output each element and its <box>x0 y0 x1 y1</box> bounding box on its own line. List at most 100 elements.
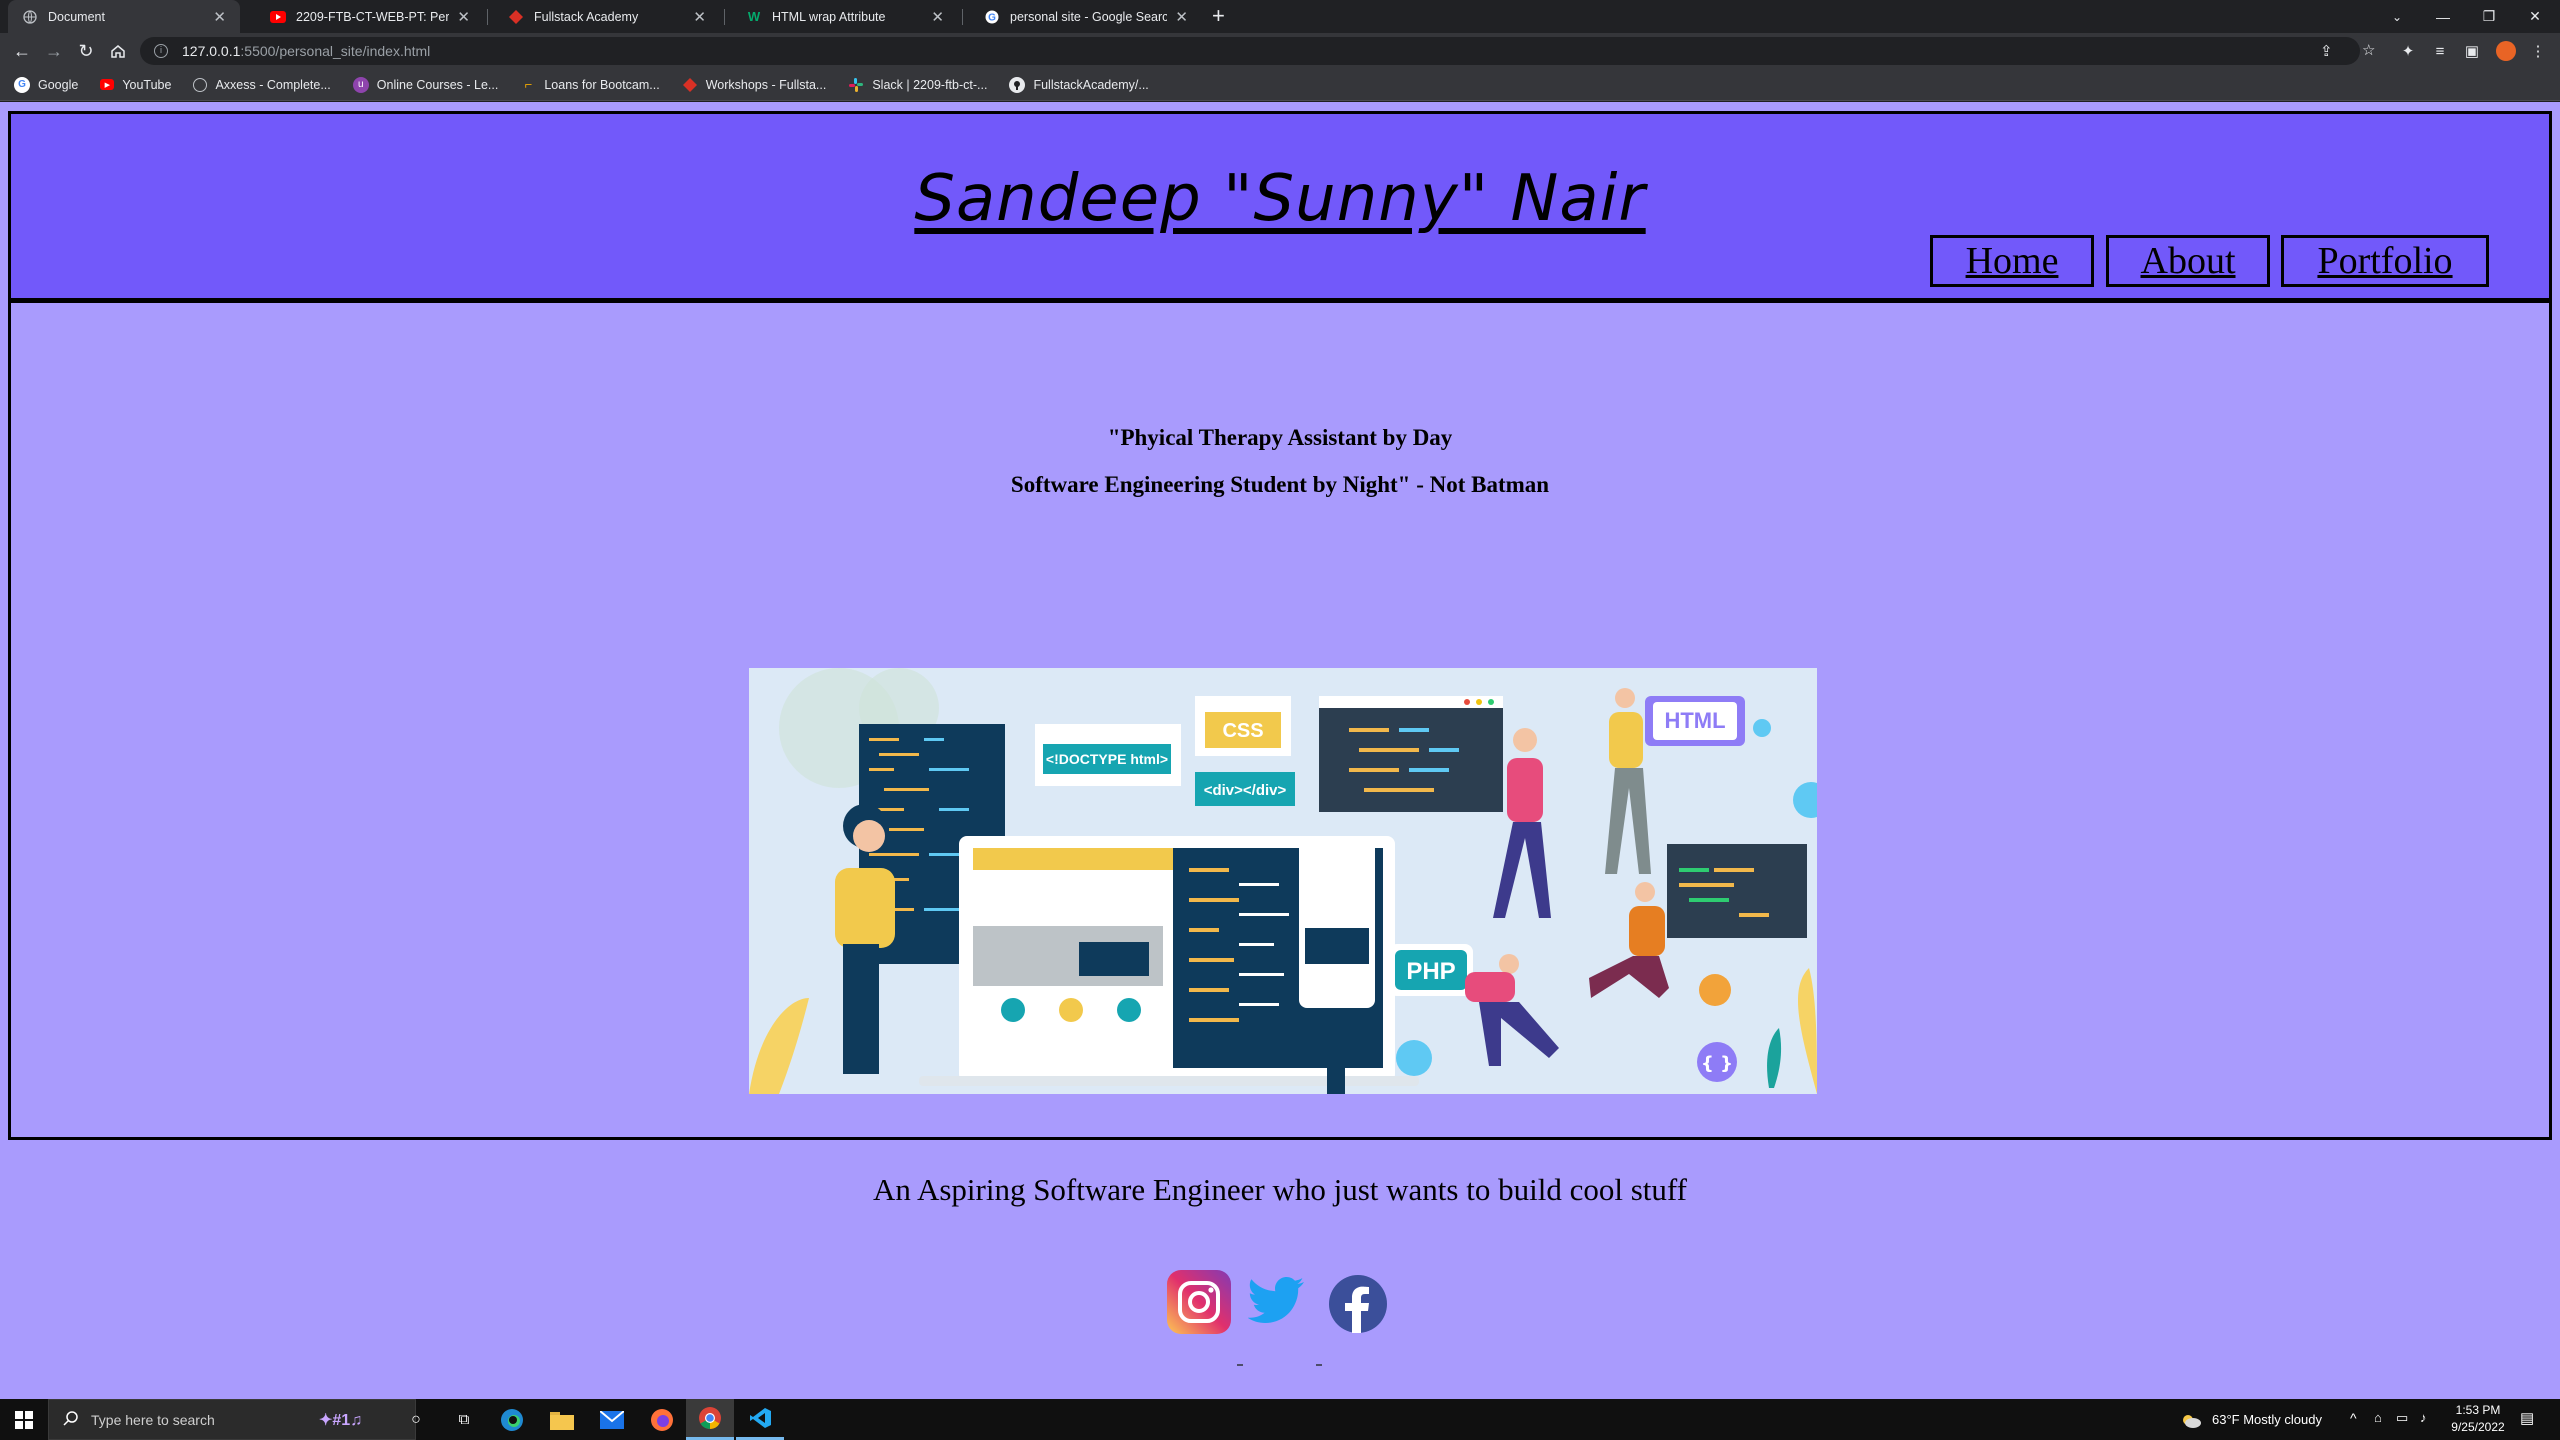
clock-time[interactable]: 1:53 PM <box>2448 1403 2508 1417</box>
windows-start-icon[interactable] <box>0 1399 48 1440</box>
php-tag: PHP <box>1406 958 1455 985</box>
bookmark-label: Slack | 2209-ftb-ct-... <box>872 77 988 92</box>
display-icon[interactable]: ▭ <box>2396 1410 2408 1426</box>
tab-title: personal site - Google Search <box>1010 9 1168 24</box>
youtube-icon <box>270 9 286 25</box>
new-tab-button[interactable]: + <box>1212 3 1225 29</box>
tab-title: 2209-FTB-CT-WEB-PT: Personal S <box>296 9 450 24</box>
bookmark-loans[interactable]: ⌐ Loans for Bootcam... <box>520 77 660 93</box>
tagline: An Aspiring Software Engineer who just w… <box>873 1172 1687 1207</box>
bookmark-workshops[interactable]: Workshops - Fullsta... <box>682 77 826 93</box>
globe-icon <box>22 9 38 25</box>
tab-title: Document <box>48 9 105 24</box>
twitter-icon[interactable] <box>1247 1274 1306 1328</box>
close-tab-icon[interactable]: ✕ <box>1175 8 1188 26</box>
menu-icon[interactable]: ⋮ <box>2528 41 2548 61</box>
tray-chevron-icon[interactable]: ^ <box>2350 1410 2357 1426</box>
tab-fullstack[interactable]: Fullstack Academy ✕ <box>494 0 720 33</box>
chrome-icon[interactable] <box>686 1399 734 1440</box>
bookmark-star-icon[interactable]: ☆ <box>2362 41 2375 59</box>
url-host: 127.0.0.1 <box>182 43 241 59</box>
profile-avatar[interactable] <box>2496 41 2516 61</box>
tab-w3schools[interactable]: W HTML wrap Attribute ✕ <box>732 0 958 33</box>
w3schools-icon: W <box>747 9 761 24</box>
bookmark-slack[interactable]: Slack | 2209-ftb-ct-... <box>848 77 987 93</box>
tab-document[interactable]: Document ✕ <box>8 0 240 33</box>
tab-search-icon[interactable]: ⌄ <box>2374 0 2420 33</box>
html-tag: HTML <box>1664 708 1725 733</box>
github-icon <box>1009 76 1026 93</box>
restore-button[interactable]: ❐ <box>2466 0 2512 33</box>
globe-icon <box>193 77 208 92</box>
youtube-icon: ▶ <box>100 79 115 90</box>
url-path: :5500/personal_site/index.html <box>240 43 431 59</box>
share-icon[interactable]: ⇪ <box>2320 42 2333 60</box>
tab-google-search[interactable]: G personal site - Google Search ✕ <box>970 0 1202 33</box>
link-underline <box>1316 1364 1322 1366</box>
hero-illustration: <!DOCTYPE html> CSS <div></div> HTML PHP… <box>749 668 1817 1094</box>
reload-button[interactable]: ↻ <box>72 37 100 65</box>
page-viewport: Sandeep "Sunny" Nair Home About Portfoli… <box>0 102 2560 1399</box>
network-icon[interactable]: ⌂ <box>2374 1410 2382 1425</box>
volume-icon[interactable]: ♪ <box>2420 1410 2427 1425</box>
file-explorer-icon[interactable] <box>538 1399 586 1440</box>
tab-separator <box>724 9 725 25</box>
close-tab-icon[interactable]: ✕ <box>693 8 706 26</box>
home-button[interactable] <box>104 37 132 65</box>
loans-icon: ⌐ <box>524 77 533 92</box>
fullstack-icon <box>508 9 524 25</box>
extensions-icon[interactable]: ✦ <box>2398 41 2418 61</box>
link-underline <box>1237 1364 1243 1366</box>
edge-icon[interactable] <box>488 1399 536 1440</box>
firefox-icon[interactable] <box>638 1399 686 1440</box>
close-tab-icon[interactable]: ✕ <box>213 8 226 26</box>
task-view-icon[interactable]: ⧉ <box>440 1399 488 1440</box>
close-tab-icon[interactable]: ✕ <box>931 8 944 26</box>
bookmark-label: Loans for Bootcam... <box>544 77 660 92</box>
close-window-button[interactable]: ✕ <box>2512 0 2558 33</box>
facebook-icon[interactable] <box>1329 1275 1387 1333</box>
fullstack-icon <box>682 77 698 93</box>
bookmarks-bar: G Google ▶ YouTube Axxess - Complete... … <box>0 69 2560 101</box>
forward-button[interactable]: → <box>40 37 68 65</box>
reading-list-icon[interactable]: ≡ <box>2430 41 2450 61</box>
vscode-icon[interactable] <box>736 1399 784 1440</box>
div-tag: <div></div> <box>1204 782 1287 799</box>
bookmark-label: Axxess - Complete... <box>215 77 331 92</box>
nav-portfolio-link[interactable]: Portfolio <box>2281 235 2489 287</box>
weather-text[interactable]: 63°F Mostly cloudy <box>2212 1412 2322 1427</box>
nav-about-link[interactable]: About <box>2106 235 2270 287</box>
instagram-icon[interactable] <box>1167 1270 1231 1334</box>
site-header: Sandeep "Sunny" Nair Home About Portfoli… <box>8 111 2552 303</box>
site-info-icon[interactable]: i <box>154 44 168 58</box>
bookmark-online-courses[interactable]: u Online Courses - Le... <box>352 76 498 93</box>
nav-home-link[interactable]: Home <box>1930 235 2094 287</box>
svg-text:{ }: { } <box>1701 1053 1733 1074</box>
mail-icon[interactable] <box>588 1399 636 1440</box>
address-bar[interactable]: i 127.0.0.1 :5500/personal_site/index.ht… <box>140 37 2375 65</box>
bookmark-github[interactable]: FullstackAcademy/... <box>1009 76 1149 93</box>
cortana-icon[interactable]: ○ <box>392 1399 440 1440</box>
close-tab-icon[interactable]: ✕ <box>457 8 470 26</box>
weather-icon[interactable] <box>2178 1399 2204 1440</box>
bookmark-google[interactable]: G Google <box>14 76 78 93</box>
doctype-tag: <!DOCTYPE html> <box>1046 751 1168 767</box>
clock-date[interactable]: 9/25/2022 <box>2446 1420 2510 1434</box>
search-icon <box>63 1410 79 1429</box>
back-button[interactable]: ← <box>8 37 36 65</box>
main-content: "Phyical Therapy Assistant by Day Softwa… <box>8 302 2552 1207</box>
bookmark-axxess[interactable]: Axxess - Complete... <box>193 77 331 92</box>
quote-line-2: Software Engineering Student by Night" -… <box>1010 472 1550 497</box>
windows-taskbar: Type here to search ✦#1♫ ○ ⧉ 63°F Mostly… <box>0 1399 2560 1440</box>
tab-separator <box>487 9 488 25</box>
taskbar-search-box[interactable]: Type here to search ✦#1♫ <box>48 1399 416 1440</box>
tab-youtube[interactable]: 2209-FTB-CT-WEB-PT: Personal S ✕ <box>256 0 484 33</box>
minimize-button[interactable]: — <box>2420 0 2466 33</box>
bookmark-label: FullstackAcademy/... <box>1033 77 1149 92</box>
notifications-icon[interactable]: ▤ <box>2520 1409 2534 1427</box>
site-title[interactable]: Sandeep "Sunny" Nair <box>11 162 2549 236</box>
bookmark-youtube[interactable]: ▶ YouTube <box>100 78 171 92</box>
courses-icon: u <box>352 76 369 93</box>
side-panel-icon[interactable]: ▣ <box>2462 41 2482 61</box>
svg-text:G: G <box>988 12 996 23</box>
